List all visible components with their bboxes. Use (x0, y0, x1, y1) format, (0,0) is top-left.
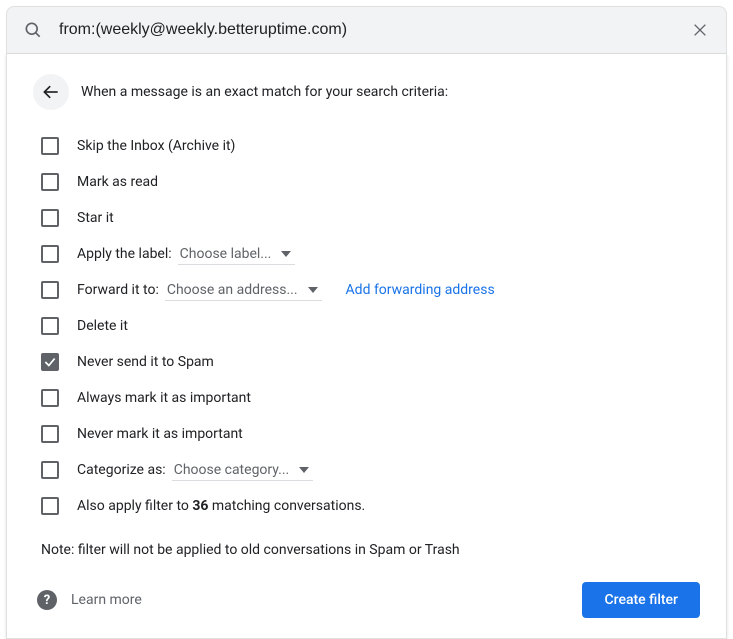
dropdown-text: Choose an address... (167, 282, 298, 298)
option-label: Star it (77, 210, 114, 226)
checkbox-always-important[interactable] (41, 389, 59, 407)
label-dropdown[interactable]: Choose label... (178, 244, 296, 265)
option-label: Always mark it as important (77, 390, 251, 406)
checkbox-mark-read[interactable] (41, 173, 59, 191)
caret-down-icon (308, 287, 318, 293)
option-label: Forward it to: (77, 282, 159, 298)
checkbox-never-spam[interactable] (41, 353, 59, 371)
search-bar (6, 6, 727, 54)
option-label: Apply the label: (77, 246, 172, 262)
panel-header-text: When a message is an exact match for you… (81, 84, 448, 100)
checkbox-never-important[interactable] (41, 425, 59, 443)
option-always-important: Always mark it as important (33, 380, 700, 416)
forward-address-dropdown[interactable]: Choose an address... (165, 280, 322, 301)
checkbox-skip-inbox[interactable] (41, 137, 59, 155)
option-never-spam: Never send it to Spam (33, 344, 700, 380)
option-never-important: Never mark it as important (33, 416, 700, 452)
checkbox-forward[interactable] (41, 281, 59, 299)
panel-footer: ? Learn more Create filter (33, 582, 700, 618)
checkbox-delete[interactable] (41, 317, 59, 335)
option-label: Mark as read (77, 174, 158, 190)
option-label: Never mark it as important (77, 426, 243, 442)
caret-down-icon (281, 251, 291, 257)
checkbox-also-apply[interactable] (41, 497, 59, 515)
option-label: Skip the Inbox (Archive it) (77, 138, 235, 154)
option-forward: Forward it to: Choose an address... Add … (33, 272, 700, 308)
option-label: Never send it to Spam (77, 354, 214, 370)
dropdown-text: Choose label... (180, 246, 272, 262)
help-icon[interactable]: ? (37, 590, 57, 610)
option-categorize: Categorize as: Choose category... (33, 452, 700, 488)
search-icon[interactable] (21, 18, 45, 42)
option-delete: Delete it (33, 308, 700, 344)
also-apply-prefix: Also apply filter to (77, 498, 192, 514)
checkbox-apply-label[interactable] (41, 245, 59, 263)
create-filter-button[interactable]: Create filter (582, 582, 700, 618)
search-input[interactable] (45, 21, 688, 39)
option-skip-inbox: Skip the Inbox (Archive it) (33, 128, 700, 164)
option-mark-read: Mark as read (33, 164, 700, 200)
option-label: Delete it (77, 318, 128, 334)
option-label: Categorize as: (77, 462, 166, 478)
learn-more-link[interactable]: Learn more (71, 592, 582, 608)
option-star: Star it (33, 200, 700, 236)
also-apply-count: 36 (192, 498, 208, 514)
note-text: Note: filter will not be applied to old … (33, 542, 700, 558)
option-apply-label: Apply the label: Choose label... (33, 236, 700, 272)
option-label: Also apply filter to 36 matching convers… (77, 498, 365, 514)
add-forwarding-address-link[interactable]: Add forwarding address (346, 282, 495, 298)
caret-down-icon (299, 467, 309, 473)
option-also-apply: Also apply filter to 36 matching convers… (33, 488, 700, 524)
dropdown-text: Choose category... (174, 462, 290, 478)
panel-header: When a message is an exact match for you… (33, 74, 700, 110)
checkbox-categorize[interactable] (41, 461, 59, 479)
close-icon[interactable] (688, 18, 712, 42)
filter-actions-panel: When a message is an exact match for you… (6, 54, 727, 639)
back-button[interactable] (33, 74, 69, 110)
also-apply-suffix: matching conversations. (208, 498, 365, 514)
checkbox-star[interactable] (41, 209, 59, 227)
category-dropdown[interactable]: Choose category... (172, 460, 314, 481)
